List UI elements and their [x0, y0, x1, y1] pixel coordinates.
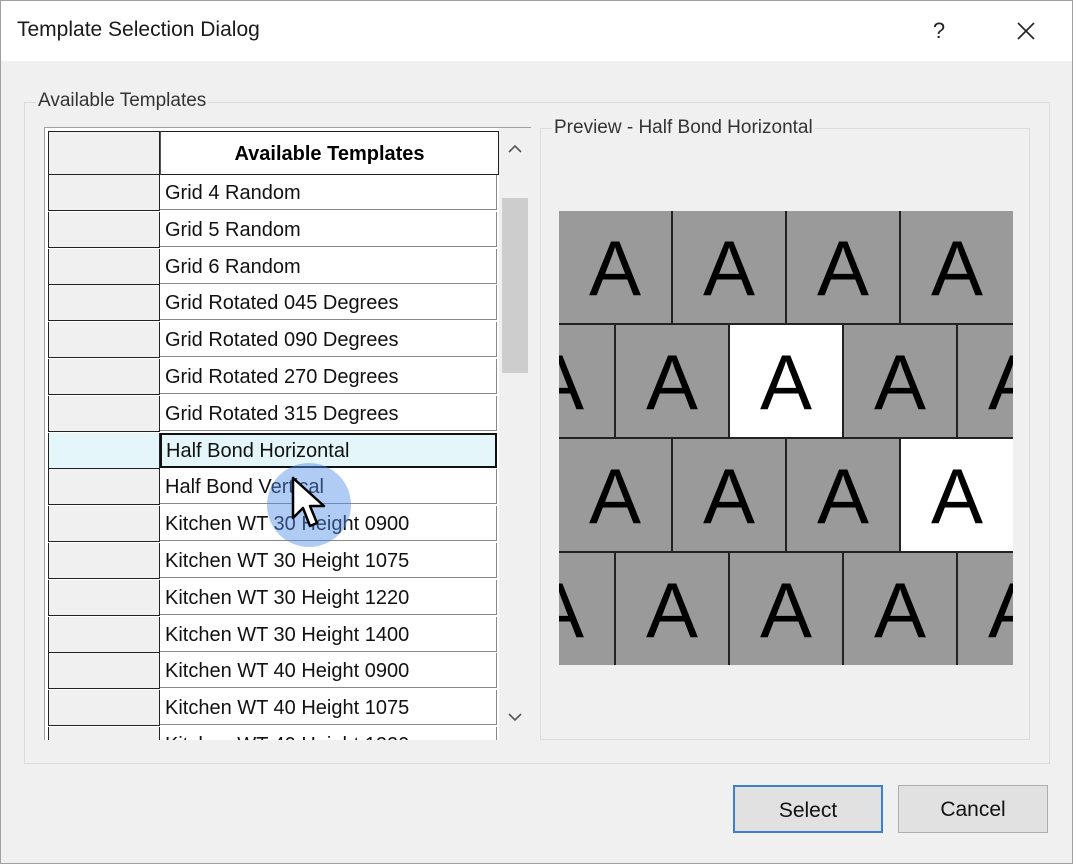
- select-button[interactable]: Select: [733, 785, 883, 833]
- preview-tile: A: [787, 211, 901, 325]
- table-row[interactable]: Kitchen WT 40 Height 0900: [48, 653, 498, 690]
- preview-tile: A: [958, 553, 1013, 665]
- preview-tile: A: [901, 439, 1013, 553]
- pattern-preview: AAAAAAAAAAAAAAAAAA: [559, 211, 1013, 665]
- scroll-down-button[interactable]: [499, 700, 531, 736]
- templates-grid[interactable]: Available Templates Grid 4 Random Grid 5 …: [44, 127, 531, 740]
- scroll-up-button[interactable]: [499, 132, 531, 168]
- table-row[interactable]: Kitchen WT 30 Height 1220: [48, 579, 498, 617]
- preview-tile: A: [901, 211, 1013, 325]
- template-name-cell[interactable]: Kitchen WT 40 Height 1075: [160, 690, 497, 726]
- row-header[interactable]: [48, 653, 160, 690]
- template-name-cell[interactable]: Grid 6 Random: [160, 248, 497, 284]
- chevron-down-icon: [508, 713, 522, 722]
- template-name-cell[interactable]: Grid 5 Random: [160, 211, 497, 247]
- table-row[interactable]: Kitchen WT 40 Height 1220: [48, 726, 498, 740]
- column-header-available-templates[interactable]: Available Templates: [160, 131, 499, 175]
- template-name-cell[interactable]: Grid Rotated 090 Degrees: [160, 322, 497, 358]
- preview-tile: A: [958, 325, 1013, 439]
- preview-tile: A: [559, 211, 673, 325]
- close-icon: [1017, 22, 1035, 40]
- mouse-pointer-icon: [291, 476, 326, 528]
- preview-tile: A: [673, 439, 787, 553]
- template-name-cell[interactable]: Grid Rotated 045 Degrees: [160, 285, 497, 321]
- preview-label: Preview - Half Bond Horizontal: [552, 117, 815, 139]
- preview-tile: A: [844, 325, 958, 439]
- close-button[interactable]: [1003, 13, 1049, 49]
- table-row[interactable]: Kitchen WT 30 Height 1075: [48, 542, 498, 580]
- row-header[interactable]: [48, 542, 160, 579]
- row-header[interactable]: [48, 248, 160, 285]
- row-header[interactable]: [48, 690, 160, 727]
- grid-rows: Grid 4 Random Grid 5 Random Grid 6 Random G…: [48, 175, 498, 740]
- row-header[interactable]: [48, 579, 160, 616]
- template-name-cell[interactable]: Grid 4 Random: [160, 175, 497, 210]
- table-row[interactable]: Kitchen WT 40 Height 1075: [48, 690, 498, 727]
- group-label: Available Templates: [36, 90, 209, 112]
- row-header[interactable]: [48, 506, 160, 543]
- table-row[interactable]: Grid Rotated 315 Degrees: [48, 395, 498, 433]
- preview-tile: A: [559, 325, 616, 439]
- template-name-cell[interactable]: Kitchen WT 30 Height 1075: [160, 542, 497, 578]
- vertical-scrollbar[interactable]: [499, 128, 531, 740]
- row-header[interactable]: [48, 432, 160, 469]
- row-header[interactable]: [48, 175, 160, 211]
- table-row[interactable]: Grid 6 Random: [48, 248, 498, 286]
- row-header[interactable]: [48, 211, 160, 248]
- table-row[interactable]: Grid Rotated 090 Degrees: [48, 322, 498, 359]
- template-name-cell[interactable]: Kitchen WT 30 Height 1400: [160, 616, 497, 652]
- preview-tile: A: [559, 553, 616, 665]
- row-header[interactable]: [48, 469, 160, 506]
- table-row[interactable]: Grid 4 Random: [48, 175, 498, 212]
- title-bar: Template Selection Dialog ?: [1, 1, 1072, 61]
- row-header[interactable]: [48, 358, 160, 395]
- table-row[interactable]: Grid 5 Random: [48, 211, 498, 249]
- preview-tile: A: [730, 553, 844, 665]
- row-header[interactable]: [48, 322, 160, 359]
- preview-tile: A: [787, 439, 901, 553]
- table-row[interactable]: Grid Rotated 045 Degrees: [48, 285, 498, 322]
- row-header[interactable]: [48, 395, 160, 432]
- table-row[interactable]: Half Bond Horizontal: [48, 432, 498, 470]
- template-name-cell[interactable]: Half Bond Horizontal: [160, 432, 497, 468]
- template-name-cell[interactable]: Kitchen WT 40 Height 1220: [160, 726, 497, 740]
- cancel-button[interactable]: Cancel: [898, 785, 1048, 833]
- grid-header-corner[interactable]: [48, 131, 160, 175]
- template-name-cell[interactable]: Grid Rotated 270 Degrees: [160, 358, 497, 394]
- preview-tile: A: [616, 325, 730, 439]
- row-header[interactable]: [48, 616, 160, 653]
- preview-tile: A: [844, 553, 958, 665]
- row-header[interactable]: [48, 726, 160, 740]
- dialog-title: Template Selection Dialog: [17, 18, 260, 41]
- preview-tile: A: [559, 439, 673, 553]
- row-header[interactable]: [48, 285, 160, 322]
- template-name-cell[interactable]: Kitchen WT 30 Height 1220: [160, 579, 497, 615]
- chevron-up-icon: [508, 144, 522, 153]
- template-name-cell[interactable]: Grid Rotated 315 Degrees: [160, 395, 497, 431]
- help-button[interactable]: ?: [916, 13, 962, 49]
- preview-tile: A: [730, 325, 844, 439]
- preview-tile: A: [673, 211, 787, 325]
- preview-tile: A: [616, 553, 730, 665]
- table-row[interactable]: Kitchen WT 30 Height 1400: [48, 616, 498, 654]
- grid-header-row: Available Templates: [48, 131, 499, 175]
- scroll-thumb[interactable]: [502, 198, 528, 373]
- table-row[interactable]: Grid Rotated 270 Degrees: [48, 358, 498, 396]
- template-name-cell[interactable]: Kitchen WT 40 Height 0900: [160, 653, 497, 689]
